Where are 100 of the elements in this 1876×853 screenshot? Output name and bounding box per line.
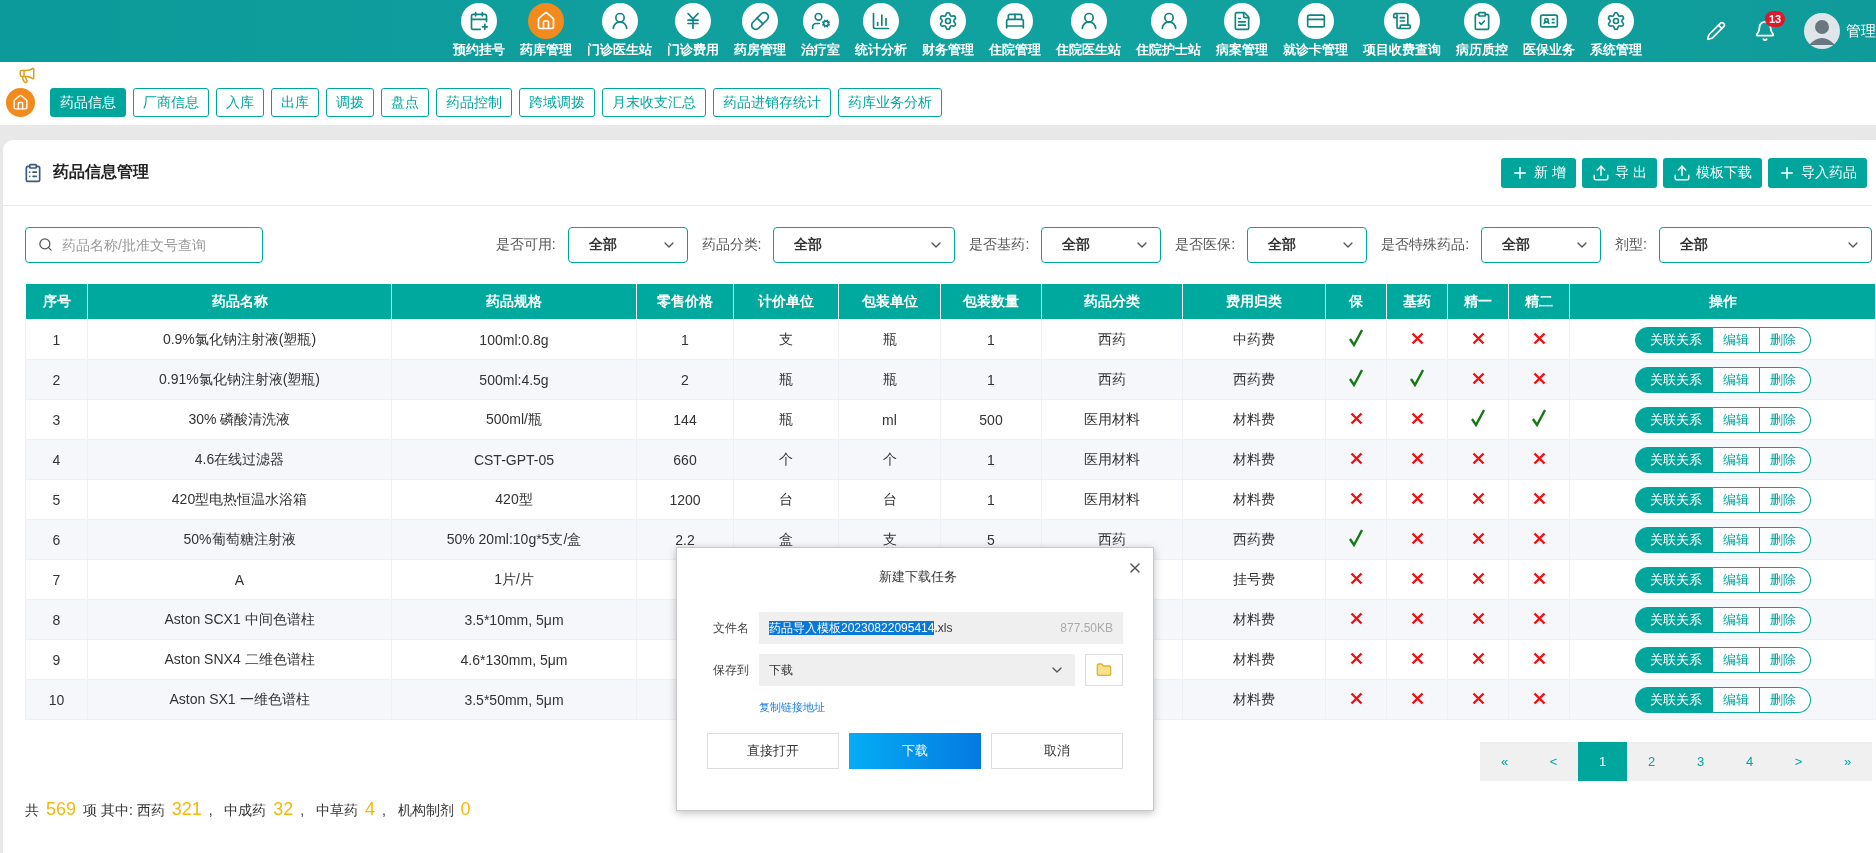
tab[interactable]: 调拨 [326, 88, 374, 117]
toolbar-button[interactable]: 新 增 [1501, 157, 1577, 188]
table-cell: 9 [25, 639, 88, 680]
row-action-button[interactable]: 删除 [1759, 606, 1811, 633]
filter-select[interactable]: 全部 [567, 226, 688, 263]
id-card-icon [1539, 11, 1559, 31]
module-nav-item[interactable]: 住院医生站 [1055, 3, 1122, 59]
module-nav-item[interactable]: 项目收费查询 [1362, 3, 1442, 59]
module-nav-item[interactable]: 门诊费用 [666, 3, 720, 59]
home-button[interactable] [6, 88, 35, 117]
row-action-button[interactable]: 关联关系 [1634, 606, 1713, 633]
pencil-icon[interactable] [1706, 21, 1726, 41]
row-action-button[interactable]: 删除 [1759, 446, 1811, 473]
row-action-button[interactable]: 删除 [1759, 686, 1811, 713]
filter-select[interactable]: 全部 [1247, 226, 1368, 263]
row-action-button[interactable]: 编辑 [1712, 486, 1760, 513]
copy-link[interactable]: 复制链接地址 [759, 700, 1123, 715]
module-nav-item[interactable]: 病历质控 [1455, 3, 1509, 59]
dialog-title: 新建下载任务 [878, 568, 958, 586]
table-cell: 支 [733, 319, 839, 360]
dialog-button[interactable]: 直接打开 [707, 733, 839, 769]
tab[interactable]: 入库 [216, 88, 264, 117]
row-action-button[interactable]: 关联关系 [1634, 686, 1713, 713]
row-action-button[interactable]: 删除 [1759, 566, 1811, 593]
tab[interactable]: 药品进销存统计 [713, 88, 831, 117]
page-button[interactable]: » [1823, 742, 1872, 781]
module-nav-item[interactable]: 门诊医生站 [586, 3, 653, 59]
row-action-button[interactable]: 关联关系 [1634, 646, 1713, 673]
row-action-button[interactable]: 关联关系 [1634, 366, 1713, 393]
row-action-button[interactable]: 编辑 [1712, 406, 1760, 433]
module-nav-item[interactable]: 医保业务 [1522, 3, 1576, 59]
row-action-button[interactable]: 编辑 [1712, 526, 1760, 553]
row-action-button[interactable]: 编辑 [1712, 566, 1760, 593]
module-nav-item[interactable]: 药房管理 [733, 3, 787, 59]
row-action-button[interactable]: 编辑 [1712, 646, 1760, 673]
module-nav-item[interactable]: 财务管理 [921, 3, 975, 59]
row-action-button[interactable]: 关联关系 [1634, 526, 1713, 553]
row-action-button[interactable]: 关联关系 [1634, 486, 1713, 513]
toolbar-button[interactable]: 导 出 [1582, 157, 1657, 188]
panel-title: 药品信息管理 [53, 162, 149, 182]
filter-select[interactable]: 全部 [1659, 226, 1872, 263]
filter-select[interactable]: 全部 [1481, 226, 1602, 263]
column-header: 基药 [1386, 283, 1448, 320]
page-button[interactable]: 3 [1676, 742, 1725, 781]
dialog-button[interactable]: 下载 [849, 733, 981, 769]
save-location-select[interactable]: 下载 [759, 654, 1075, 686]
table-cell: 500 [940, 399, 1042, 440]
tab[interactable]: 月末收支汇总 [602, 88, 706, 117]
row-action-button[interactable]: 编辑 [1712, 446, 1760, 473]
table-cell: 8 [25, 599, 88, 640]
row-action-button[interactable]: 删除 [1759, 366, 1811, 393]
module-nav-item[interactable]: 系统管理 [1589, 3, 1643, 59]
tab[interactable]: 跨域调拨 [519, 88, 595, 117]
row-action-button[interactable]: 删除 [1759, 486, 1811, 513]
row-action-button[interactable]: 关联关系 [1634, 566, 1713, 593]
page-button[interactable]: 2 [1627, 742, 1676, 781]
page-button[interactable]: « [1480, 742, 1529, 781]
table-cell: 3.5*50mm, 5μm [391, 679, 637, 720]
folder-button[interactable] [1085, 654, 1123, 686]
row-action-button[interactable]: 编辑 [1712, 686, 1760, 713]
row-action-button[interactable]: 删除 [1759, 326, 1811, 353]
row-action-button[interactable]: 删除 [1759, 406, 1811, 433]
document-icon [1232, 11, 1252, 31]
row-action-button[interactable]: 编辑 [1712, 606, 1760, 633]
horn-icon[interactable] [18, 66, 36, 84]
row-action-button[interactable]: 关联关系 [1634, 326, 1713, 353]
dialog-button[interactable]: 取消 [991, 733, 1123, 769]
file-name-field[interactable]: 药品导入模板20230822095414.xls 877.50KB [759, 612, 1123, 644]
row-action-button[interactable]: 关联关系 [1634, 446, 1713, 473]
row-action-button[interactable]: 关联关系 [1634, 406, 1713, 433]
module-nav-item[interactable]: 住院护士站 [1135, 3, 1202, 59]
tab[interactable]: 药品控制 [436, 88, 512, 117]
pill-icon [750, 11, 770, 31]
module-nav-item[interactable]: 病案管理 [1215, 3, 1269, 59]
toolbar-button[interactable]: 模板下载 [1663, 157, 1762, 188]
page-button[interactable]: < [1529, 742, 1578, 781]
filter-select[interactable]: 全部 [1041, 226, 1162, 263]
tab[interactable]: 厂商信息 [133, 88, 209, 117]
avatar[interactable] [1804, 13, 1840, 49]
tab[interactable]: 药库业务分析 [838, 88, 942, 117]
tab[interactable]: 盘点 [381, 88, 429, 117]
toolbar-button[interactable]: 导入药品 [1768, 157, 1867, 188]
page-button[interactable]: > [1774, 742, 1823, 781]
tab[interactable]: 药品信息 [50, 88, 126, 117]
module-nav-item[interactable]: 就诊卡管理 [1282, 3, 1349, 59]
table-cell: 100ml:0.8g [391, 319, 637, 360]
row-action-button[interactable]: 删除 [1759, 526, 1811, 553]
tab[interactable]: 出库 [271, 88, 319, 117]
row-action-button[interactable]: 删除 [1759, 646, 1811, 673]
page-button[interactable]: 4 [1725, 742, 1774, 781]
row-action-button[interactable]: 编辑 [1712, 366, 1760, 393]
page-button[interactable]: 1 [1578, 742, 1627, 781]
module-nav-item[interactable]: 预约挂号 [452, 3, 506, 59]
module-nav-item[interactable]: 住院管理 [988, 3, 1042, 59]
module-nav-item[interactable]: 统计分析 [854, 3, 908, 59]
row-action-button[interactable]: 编辑 [1712, 326, 1760, 353]
module-nav-item[interactable]: 药库管理 [519, 3, 573, 59]
table-cell: 材料费 [1182, 439, 1326, 480]
filter-select[interactable]: 全部 [773, 226, 956, 263]
search-field[interactable]: 药品名称/批准文号查询 [25, 226, 263, 263]
